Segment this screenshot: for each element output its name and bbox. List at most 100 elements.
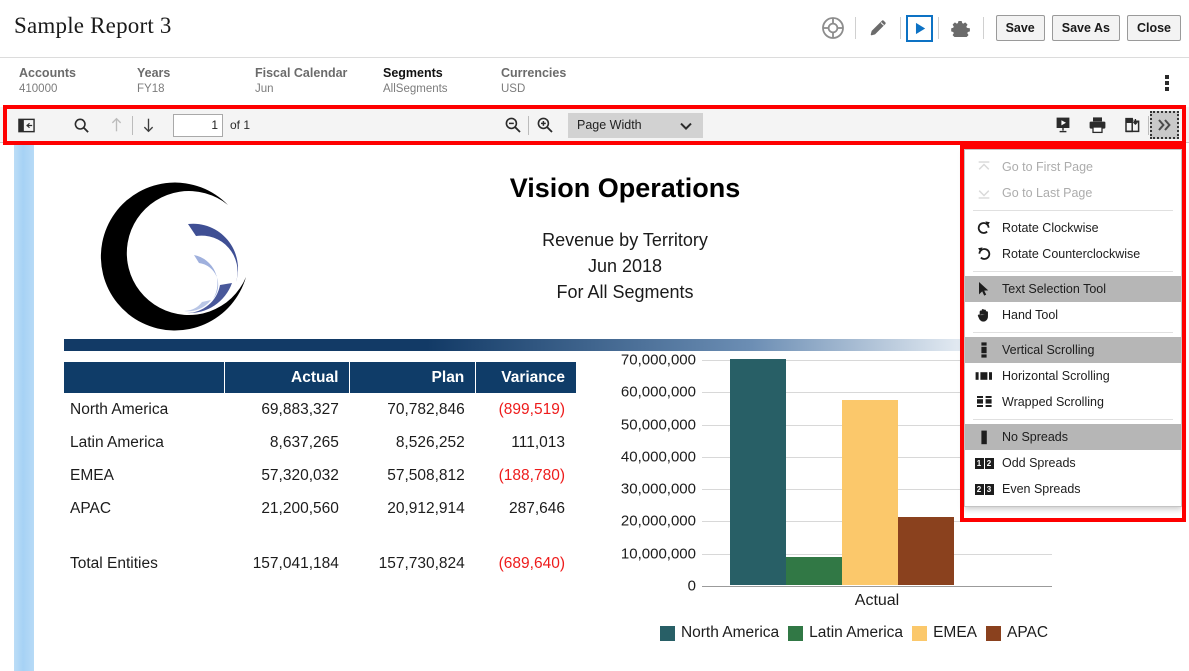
chart-legend-swatch [660,626,675,641]
table-row: North America 69,883,327 70,782,846 (899… [64,393,576,426]
menu-item-label: Hand Tool [1002,308,1058,322]
total-label: Total Entities [64,547,224,580]
menu-item-vertical-scrolling[interactable]: Vertical Scrolling [965,337,1181,363]
report-subheading-line: Jun 2018 [420,254,830,280]
row-label: North America [64,393,224,426]
row-variance: 111,013 [476,426,576,459]
menu-item-hand-tool[interactable]: Hand Tool [965,302,1181,328]
chart-y-tick-label: 60,000,000 [621,384,696,401]
help-icon[interactable] [816,11,850,45]
menu-item-label: No Spreads [1002,430,1068,444]
viewer-sidebar-strip [14,143,34,671]
table-row: Latin America 8,637,265 8,526,252 111,01… [64,426,576,459]
row-actual: 8,637,265 [224,426,350,459]
wrapped-scroll-icon [972,392,996,412]
odd-spreads-icon: 12 [972,453,996,473]
row-variance: (188,780) [476,459,576,492]
pov-items: Accounts 410000 Years FY18 Fiscal Calend… [19,66,619,95]
menu-item-label: Text Selection Tool [1002,282,1106,296]
menu-item-text-selection-tool[interactable]: Text Selection Tool [965,276,1181,302]
revenue-table: Actual Plan Variance North America 69,88… [64,362,576,580]
row-plan: 8,526,252 [350,426,476,459]
app-header: Sample Report 3 [0,0,1189,57]
zoom-level-select[interactable]: Page Width [568,113,703,138]
hand-icon [972,305,996,325]
pov-item-segments[interactable]: Segments AllSegments [383,66,501,95]
menu-item-label: Go to First Page [1002,160,1093,174]
row-label: APAC [64,492,224,525]
pov-dimension-name: Fiscal Calendar [255,66,383,80]
previous-page-arrow-icon[interactable] [102,111,131,139]
sidebar-toggle-icon[interactable] [12,111,41,139]
menu-item-horizontal-scrolling[interactable]: Horizontal Scrolling [965,363,1181,389]
chart-legend-label: Latin America [809,624,903,642]
pov-item-fiscal-calendar[interactable]: Fiscal Calendar Jun [255,66,383,95]
menu-item-go-to-first-page: Go to First Page [965,154,1181,180]
chart-bar [898,517,954,585]
table-header-row: Actual Plan Variance [64,362,576,393]
pdf-toolbar-left: of 1 [12,107,250,143]
row-plan: 70,782,846 [350,393,476,426]
chart-legend-item: APAC [986,624,1048,642]
next-page-arrow-icon[interactable] [134,111,163,139]
menu-item-label: Wrapped Scrolling [1002,395,1104,409]
menu-item-odd-spreads[interactable]: 12Odd Spreads [965,450,1181,476]
more-tools-button[interactable] [1150,111,1179,139]
chart-legend-label: APAC [1007,624,1048,642]
pov-item-currencies[interactable]: Currencies USD [501,66,619,95]
page-number-input[interactable] [173,114,223,137]
chevron-down-icon [680,120,692,134]
table-header-plan: Plan [350,362,476,393]
close-button[interactable]: Close [1127,15,1181,41]
run-play-icon[interactable] [906,15,933,42]
menu-item-label: Go to Last Page [1002,186,1092,200]
menu-item-label: Even Spreads [1002,482,1081,496]
header-divider [938,17,939,39]
row-variance: (899,519) [476,393,576,426]
rotate-cw-icon [972,218,996,238]
report-heading: Vision Operations [420,173,830,204]
pov-item-accounts[interactable]: Accounts 410000 [19,66,137,95]
zoom-out-icon[interactable] [498,111,527,139]
page-count-label: of 1 [230,118,250,132]
vertical-scroll-icon [972,340,996,360]
pov-more-options-icon[interactable] [1159,69,1175,97]
menu-item-label: Vertical Scrolling [1002,343,1094,357]
edit-pencil-icon[interactable] [861,11,895,45]
save-as-button[interactable]: Save As [1052,15,1120,41]
search-icon[interactable] [67,111,96,139]
chart-legend-swatch [986,626,1001,641]
zoom-in-icon[interactable] [530,111,559,139]
chart-y-tick-label: 40,000,000 [621,448,696,465]
pov-dimension-value: FY18 [137,83,255,95]
pov-dimension-name: Currencies [501,66,619,80]
table-total-row: Total Entities 157,041,184 157,730,824 (… [64,547,576,580]
presentation-mode-icon[interactable] [1048,111,1077,139]
save-button[interactable]: Save [996,15,1045,41]
chart-y-tick-label: 70,000,000 [621,352,696,369]
settings-gear-icon[interactable] [944,11,978,45]
row-actual: 69,883,327 [224,393,350,426]
row-plan: 20,912,914 [350,492,476,525]
chart-legend-item: EMEA [912,624,977,642]
menu-item-label: Rotate Clockwise [1002,221,1099,235]
menu-item-no-spreads[interactable]: No Spreads [965,424,1181,450]
pov-dimension-value: USD [501,83,619,95]
pov-item-years[interactable]: Years FY18 [137,66,255,95]
header-actions: Save Save As Close [816,11,1181,45]
download-save-icon[interactable] [1118,111,1147,139]
menu-separator [973,332,1173,333]
row-plan: 57,508,812 [350,459,476,492]
menu-item-wrapped-scrolling[interactable]: Wrapped Scrolling [965,389,1181,415]
toolbar-divider [528,116,529,135]
report-subheading: Revenue by Territory Jun 2018 For All Se… [420,228,830,306]
print-icon[interactable] [1083,111,1112,139]
menu-item-rotate-clockwise[interactable]: Rotate Clockwise [965,215,1181,241]
header-divider [855,17,856,39]
menu-item-rotate-counterclockwise[interactable]: Rotate Counterclockwise [965,241,1181,267]
table-header-variance: Variance [476,362,576,393]
table-spacer-row [64,525,576,547]
horizontal-scroll-icon [972,366,996,386]
table-header-cell [64,362,224,393]
menu-item-even-spreads[interactable]: 23Even Spreads [965,476,1181,502]
